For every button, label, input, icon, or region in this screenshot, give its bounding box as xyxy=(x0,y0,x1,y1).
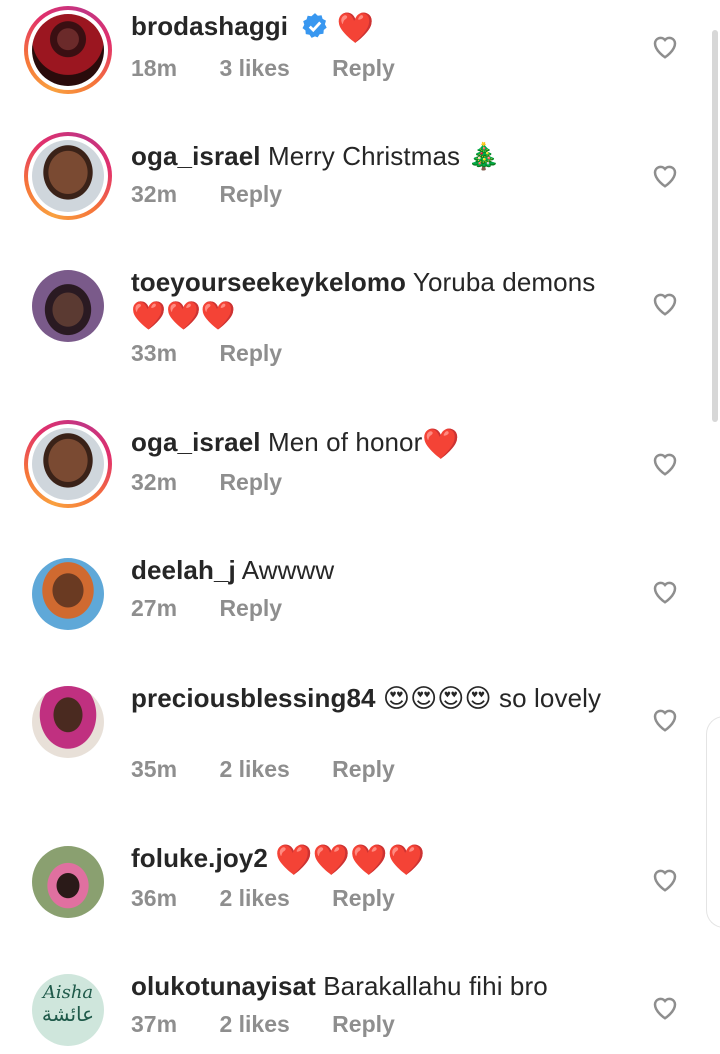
avatar[interactable] xyxy=(32,686,104,758)
comment-text: Men of honor xyxy=(267,427,423,457)
comment-emoji: ❤️ xyxy=(336,12,375,45)
avatar[interactable] xyxy=(24,6,112,94)
comment-username[interactable]: oga_israel xyxy=(131,141,261,171)
comment-username[interactable]: brodashaggi xyxy=(131,11,288,41)
comment-text: Awwww xyxy=(241,555,335,585)
like-heart-icon[interactable] xyxy=(650,993,680,1021)
like-heart-icon[interactable] xyxy=(650,705,680,733)
comment-username[interactable]: deelah_j xyxy=(131,555,236,585)
avatar[interactable] xyxy=(32,558,104,630)
comment-time: 32m xyxy=(131,469,178,495)
reply-button[interactable]: Reply xyxy=(332,55,395,81)
reply-button[interactable]: Reply xyxy=(332,885,395,911)
comment-emoji: ❤️ xyxy=(422,428,460,461)
comment-time: 18m xyxy=(131,55,178,81)
comment-time: 36m xyxy=(131,885,178,911)
reply-button[interactable]: Reply xyxy=(332,756,395,782)
comment-time: 37m xyxy=(131,1011,178,1037)
comment-text: Barakallahu fihi bro xyxy=(323,971,548,1001)
like-heart-icon[interactable] xyxy=(650,449,680,477)
like-heart-icon[interactable] xyxy=(650,577,680,605)
comment-emoji: 🎄 xyxy=(467,141,500,171)
comment-likes[interactable]: 2 likes xyxy=(219,885,289,911)
verified-badge-icon xyxy=(302,13,328,38)
comment-time: 32m xyxy=(131,181,178,207)
comment-username[interactable]: oga_israel xyxy=(131,427,261,457)
reply-button[interactable]: Reply xyxy=(219,340,282,366)
comment-likes[interactable]: 2 likes xyxy=(219,756,289,782)
comment-time: 27m xyxy=(131,595,178,621)
reply-button[interactable]: Reply xyxy=(219,181,282,207)
comment-emoji: ❤️❤️❤️ xyxy=(131,300,236,331)
avatar[interactable] xyxy=(24,420,112,508)
side-drawer-handle[interactable] xyxy=(706,716,720,928)
avatar[interactable]: Aisha عائشة xyxy=(32,974,104,1046)
like-heart-icon[interactable] xyxy=(650,161,680,189)
comment-emoji: 😍😍😍😍 xyxy=(382,683,492,713)
avatar-logo-text: Aisha xyxy=(42,982,94,1003)
like-heart-icon[interactable] xyxy=(650,32,680,60)
comment-time: 35m xyxy=(131,756,178,782)
avatar[interactable] xyxy=(24,132,112,220)
comment-username[interactable]: foluke.joy2 xyxy=(131,843,268,873)
avatar[interactable] xyxy=(32,846,104,918)
reply-button[interactable]: Reply xyxy=(219,469,282,495)
comment-username[interactable]: olukotunayisat xyxy=(131,971,316,1001)
comment-text: Yoruba demons xyxy=(412,267,596,297)
scrollbar[interactable] xyxy=(712,30,718,422)
reply-button[interactable]: Reply xyxy=(332,1011,395,1037)
like-heart-icon[interactable] xyxy=(650,865,680,893)
reply-button[interactable]: Reply xyxy=(219,595,282,621)
like-heart-icon[interactable] xyxy=(650,289,680,317)
comment-text: so lovely xyxy=(499,683,602,713)
avatar[interactable] xyxy=(32,270,104,342)
comment-emoji: ❤️❤️❤️❤️ xyxy=(275,844,426,877)
comment-likes[interactable]: 2 likes xyxy=(219,1011,289,1037)
comment-username[interactable]: toeyourseekeykelomo xyxy=(131,267,406,297)
avatar-logo-text-arabic: عائشة xyxy=(41,1002,95,1026)
comment-username[interactable]: preciousblessing84 xyxy=(131,683,376,713)
comment-likes[interactable]: 3 likes xyxy=(219,55,289,81)
comment-text: Merry Christmas xyxy=(267,141,461,171)
comment-time: 33m xyxy=(131,340,178,366)
